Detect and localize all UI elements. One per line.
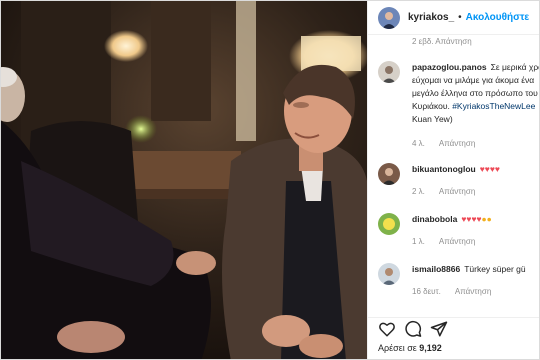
commenter-avatar-image (378, 61, 400, 83)
share-icon[interactable] (430, 320, 448, 338)
author-username[interactable]: kyriakos_ (408, 12, 454, 23)
author-avatar-image (378, 6, 400, 29)
instagram-post-window: kyriakos_ • Ακολουθήστε 2 εβδ. Απάντηση … (0, 0, 540, 360)
heart-emojis: ♥♥♥♥ (479, 164, 500, 174)
comment-line: εύχομαι να μιλάμε για άκομα ένα (412, 75, 535, 85)
comment-time: 1 λ. (412, 237, 425, 246)
commenter-username[interactable]: papazoglou.panos (412, 62, 487, 72)
post-actions (368, 317, 539, 339)
commenter-avatar-image (378, 263, 400, 285)
reply-button[interactable]: Απάντηση (439, 237, 475, 246)
post-photo[interactable] (1, 1, 367, 359)
clap-emojis: ●● (481, 214, 492, 224)
comments-list[interactable]: 2 εβδ. Απάντηση papazoglou.panos Σε μερικ… (368, 35, 539, 311)
header-separator: • (458, 12, 462, 23)
comment-line: Kuan Yew) (412, 114, 453, 124)
comment-hashtag[interactable]: #KyriakosTheNewLee (452, 101, 535, 111)
commenter-avatar[interactable] (378, 263, 400, 285)
comment-body: Türkey süper gü (464, 264, 526, 274)
comment-meta: 2 λ. Απάντηση (412, 185, 475, 198)
heart-icon[interactable] (378, 320, 396, 338)
commenter-avatar-image (378, 213, 400, 235)
reply-button[interactable]: Απάντηση (439, 139, 475, 148)
commenter-avatar-image (378, 163, 400, 185)
comment-text: dinabobola ♥♥♥♥●● (412, 213, 539, 226)
heart-emojis: ♥♥♥♥ (461, 214, 482, 224)
likes-number: 9,192 (419, 343, 442, 353)
commenter-username[interactable]: bikuantonoglou (412, 164, 476, 174)
comment-time: 4 λ. (412, 139, 425, 148)
comment-text: ismailo8866 Türkey süper gü (412, 263, 539, 276)
comment-text: bikuantonoglou ♥♥♥♥ (412, 163, 539, 176)
post-sidebar: kyriakos_ • Ακολουθήστε 2 εβδ. Απάντηση … (367, 1, 539, 359)
comment-time: 16 δευτ. (412, 287, 441, 296)
follow-button[interactable]: Ακολουθήστε (466, 12, 530, 23)
commenter-username[interactable]: ismailo8866 (412, 264, 460, 274)
comment-line: μεγάλο έλληνα στο πρόσωπο του (412, 88, 538, 98)
commenter-username[interactable]: dinabobola (412, 214, 457, 224)
previous-comment-meta: 2 εβδ. Απάντηση (412, 37, 472, 46)
post-header: kyriakos_ • Ακολουθήστε (368, 1, 539, 35)
likes-count[interactable]: Αρέσει σε 9,192 (378, 343, 442, 353)
commenter-avatar[interactable] (378, 213, 400, 235)
reply-button[interactable]: Απάντηση (455, 287, 491, 296)
comment-meta: 1 λ. Απάντηση (412, 235, 475, 248)
author-avatar[interactable] (378, 6, 400, 29)
comment-meta: 4 λ. Απάντηση (412, 137, 475, 150)
comment-icon[interactable] (404, 320, 422, 338)
commenter-avatar[interactable] (378, 163, 400, 185)
likes-label: Αρέσει σε (378, 343, 420, 353)
comment-line: Σε μερικά χρόνια (490, 62, 539, 72)
comment-meta: 16 δευτ. Απάντηση (412, 285, 491, 298)
photo-illustration (1, 1, 367, 359)
reply-button[interactable]: Απάντηση (439, 187, 475, 196)
comment-text: papazoglou.panosΣε μερικά χρόνια εύχομαι… (412, 61, 539, 126)
commenter-avatar[interactable] (378, 61, 400, 83)
comment-line: Κυριάκου. (412, 101, 453, 111)
comment-time: 2 λ. (412, 187, 425, 196)
